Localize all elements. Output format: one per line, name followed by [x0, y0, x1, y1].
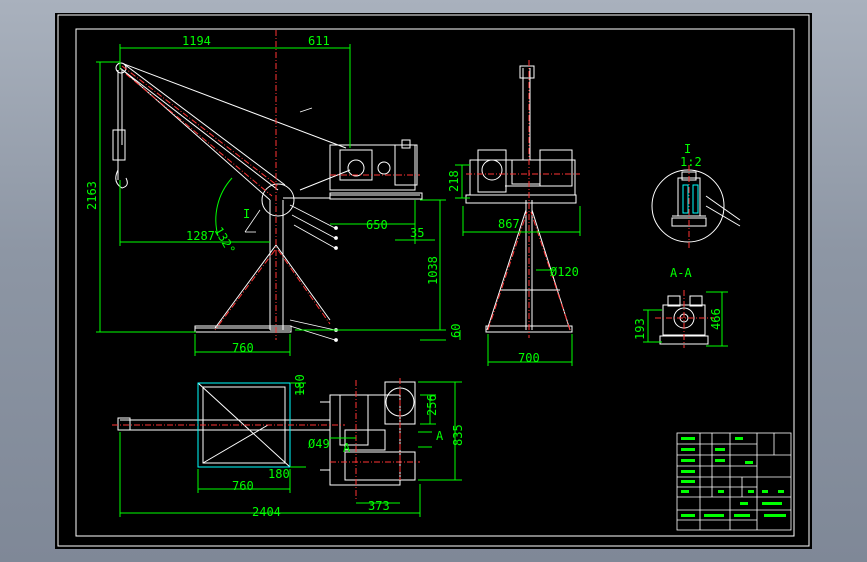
plan-centerlines	[112, 378, 420, 500]
dim-180-bottom: 180	[268, 467, 290, 481]
crane-assembly-drawing: 1194 611 2163 1287 132° 650 35 1038 60 7…	[57, 14, 810, 547]
dim-2163: 2163	[85, 181, 99, 210]
view-I-mark: I	[243, 207, 250, 221]
dim-1287: 1287	[186, 229, 215, 243]
dim-373: 373	[368, 499, 390, 513]
detail-I-accent	[682, 184, 699, 214]
dim-760-plan: 760	[232, 479, 254, 493]
dim-611: 611	[308, 34, 330, 48]
dim-835: 835	[451, 424, 465, 446]
cut-label-A-bottom: A	[343, 441, 351, 455]
plan-dimensions	[119, 381, 462, 517]
dim-193: 193	[633, 318, 647, 340]
cut-label-A-top: A	[436, 429, 444, 443]
dim-d120: Ø120	[550, 265, 579, 279]
dim-466: 466	[709, 308, 723, 330]
side-elevation	[465, 65, 577, 333]
dim-60: 60	[449, 324, 463, 338]
dim-256: 256	[425, 394, 439, 416]
plan-view	[117, 381, 416, 486]
detail-I-view	[651, 169, 741, 243]
dim-218: 218	[447, 170, 461, 192]
dim-760-front: 760	[232, 341, 254, 355]
section-AA-label: A-A	[670, 266, 692, 280]
front-elevation	[112, 62, 423, 333]
dim-867: 867	[498, 217, 520, 231]
dim-35: 35	[410, 226, 424, 240]
dim-1038: 1038	[426, 256, 440, 285]
dim-650: 650	[366, 218, 388, 232]
detail-I-label: I	[684, 142, 691, 156]
dim-180-top: 180	[293, 374, 307, 396]
dim-700: 700	[518, 351, 540, 365]
part-leaders	[244, 107, 338, 342]
detail-I-scale: 1:2	[680, 155, 702, 169]
dim-132: 132°	[211, 225, 238, 257]
dim-1194: 1194	[182, 34, 211, 48]
dim-d49: Ø49	[308, 437, 330, 451]
dim-2404: 2404	[252, 505, 281, 519]
front-dimensions	[96, 44, 446, 356]
